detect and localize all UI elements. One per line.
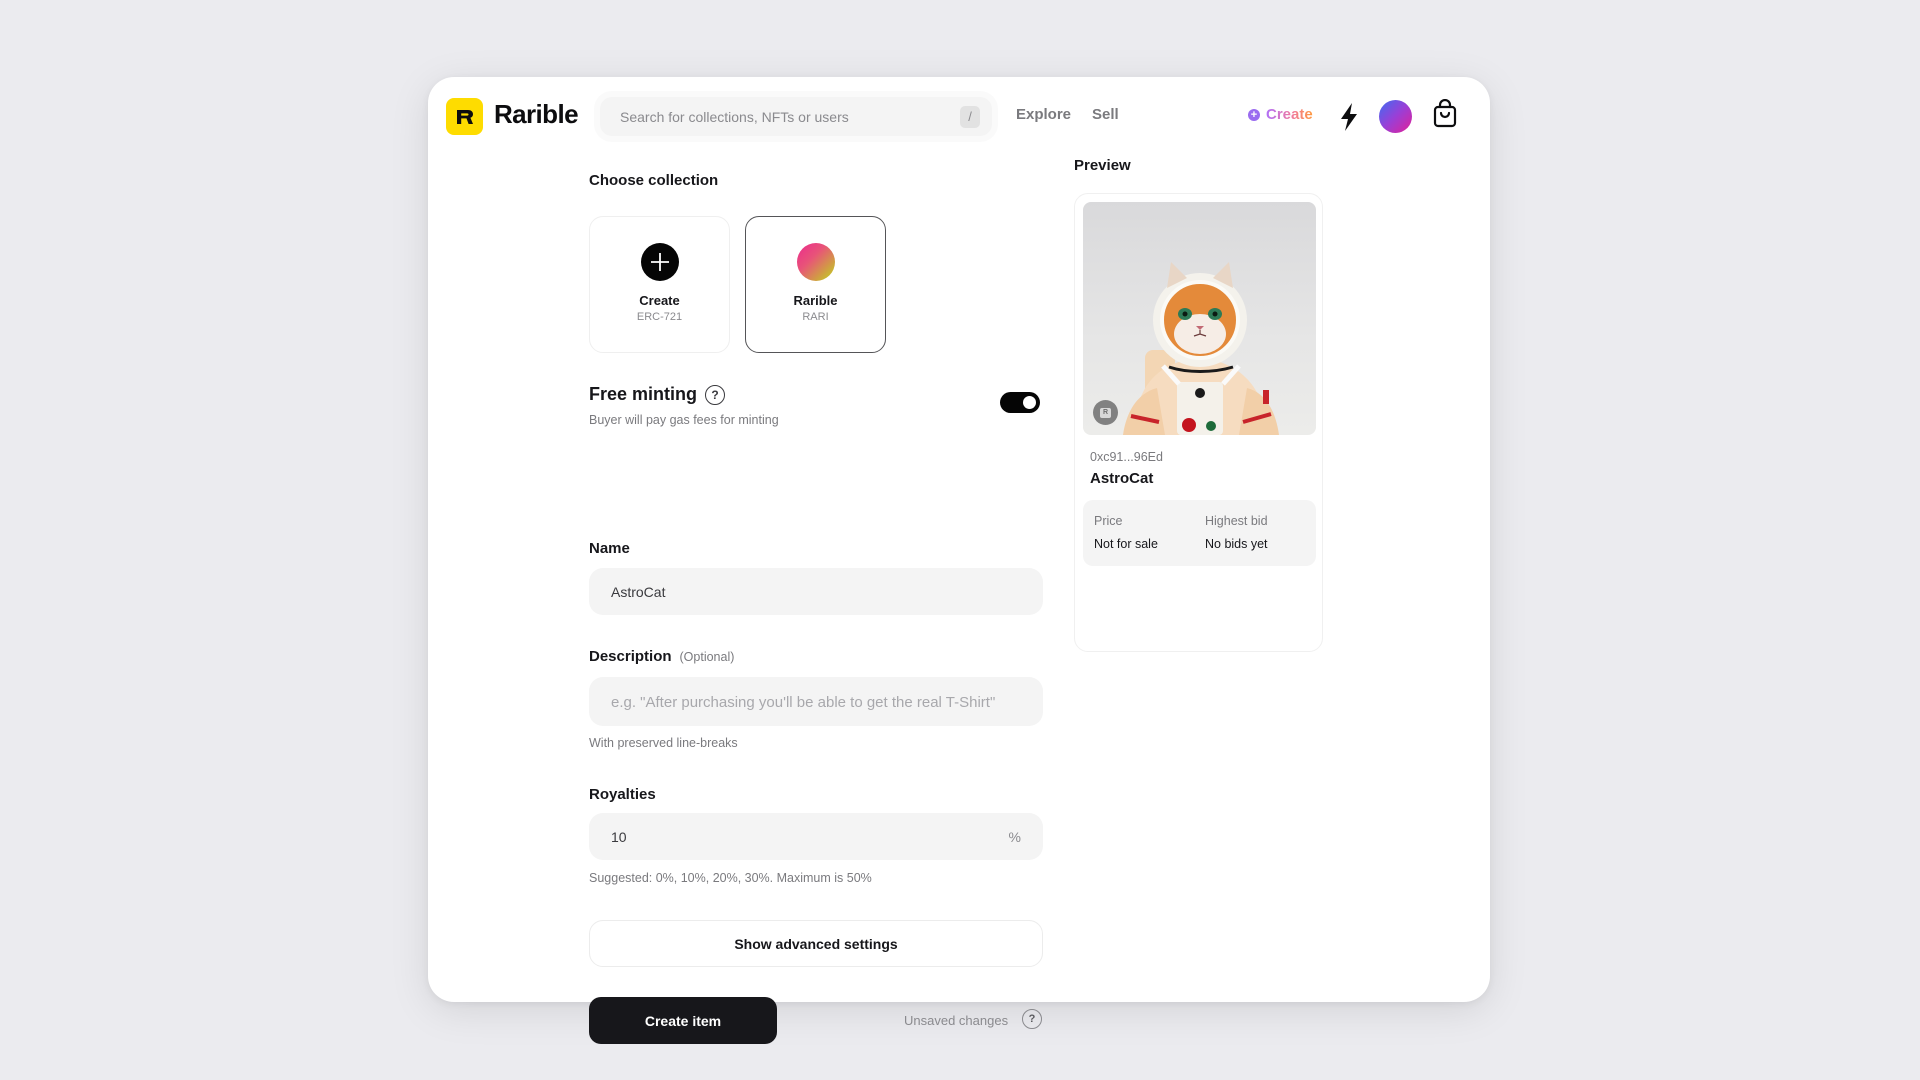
name-label: Name bbox=[589, 540, 630, 557]
optional-tag: (Optional) bbox=[679, 650, 735, 664]
royalties-field-wrapper: % bbox=[589, 813, 1043, 860]
collection-option-create[interactable]: Create ERC-721 bbox=[589, 216, 730, 353]
description-input[interactable] bbox=[611, 693, 1021, 710]
nav-sell[interactable]: Sell bbox=[1092, 106, 1119, 123]
free-minting-subtitle: Buyer will pay gas fees for minting bbox=[589, 413, 779, 427]
nav-explore[interactable]: Explore bbox=[1016, 106, 1071, 123]
name-field-wrapper bbox=[589, 568, 1043, 615]
highest-bid-label: Highest bid bbox=[1205, 514, 1268, 528]
price-label: Price bbox=[1094, 514, 1123, 528]
create-nav-label: Create bbox=[1266, 106, 1313, 123]
collection-standard: ERC-721 bbox=[636, 311, 683, 323]
percent-suffix: % bbox=[1008, 828, 1021, 845]
collection-name: Rarible bbox=[793, 293, 838, 308]
collection-symbol: RARI bbox=[802, 311, 829, 323]
free-minting-toggle[interactable] bbox=[1000, 392, 1040, 413]
price-value: Not for sale bbox=[1094, 537, 1158, 551]
preview-title: Preview bbox=[1074, 157, 1131, 174]
plus-icon bbox=[640, 243, 679, 281]
avatar[interactable] bbox=[1379, 100, 1412, 133]
rarible-badge-icon: R bbox=[1093, 400, 1118, 425]
unsaved-changes-status: Unsaved changes bbox=[904, 1013, 1009, 1028]
collection-gradient-icon bbox=[796, 243, 835, 281]
price-stat: Price Not for sale bbox=[1094, 514, 1158, 551]
search-bar[interactable]: / bbox=[600, 97, 992, 136]
royalties-label: Royalties bbox=[589, 786, 656, 803]
help-icon[interactable]: ? bbox=[1022, 1009, 1042, 1029]
brand-name[interactable]: Rarible bbox=[494, 99, 579, 130]
preview-stats: Price Not for sale Highest bid No bids y… bbox=[1083, 500, 1316, 566]
toggle-knob bbox=[1023, 396, 1036, 409]
highest-bid-stat: Highest bid No bids yet bbox=[1205, 514, 1268, 551]
search-shortcut-key: / bbox=[960, 105, 980, 128]
description-helper: With preserved line-breaks bbox=[589, 736, 738, 750]
help-icon[interactable]: ? bbox=[705, 384, 726, 405]
create-item-window: Rarible / Explore Sell + Create Choose c… bbox=[428, 77, 1490, 1044]
description-label: Description (Optional) bbox=[589, 648, 734, 665]
royalties-helper: Suggested: 0%, 10%, 20%, 30%. Maximum is… bbox=[589, 871, 872, 885]
highest-bid-value: No bids yet bbox=[1205, 537, 1268, 551]
create-item-button[interactable]: Create item bbox=[589, 997, 777, 1044]
show-advanced-settings-button[interactable]: Show advanced settings bbox=[589, 920, 1043, 967]
astrocat-illustration bbox=[1123, 262, 1279, 435]
create-nav-button[interactable]: + Create bbox=[1248, 106, 1313, 123]
preview-item-name: AstroCat bbox=[1090, 470, 1154, 487]
royalties-input[interactable] bbox=[611, 828, 1009, 845]
search-input[interactable] bbox=[620, 108, 960, 125]
name-input[interactable] bbox=[611, 583, 1021, 600]
plus-circle-icon: + bbox=[1248, 108, 1260, 121]
preview-card[interactable]: R 0xc91...96Ed AstroCat Price Not for sa… bbox=[1074, 193, 1323, 652]
top-nav: Rarible / Explore Sell + Create bbox=[428, 77, 1490, 157]
collection-option-rarible[interactable]: Rarible RARI bbox=[745, 216, 886, 353]
rarible-logo-icon[interactable] bbox=[446, 98, 483, 135]
nft-preview-image: R bbox=[1083, 202, 1316, 435]
choose-collection-title: Choose collection bbox=[589, 172, 719, 189]
description-field-wrapper bbox=[589, 677, 1043, 726]
free-minting-title: Free minting bbox=[589, 384, 698, 404]
collection-name: Create bbox=[639, 293, 680, 308]
preview-owner-address: 0xc91...96Ed bbox=[1090, 450, 1163, 464]
free-minting-heading: Free minting ? bbox=[589, 384, 726, 405]
description-label-text: Description bbox=[589, 648, 672, 665]
bolt-icon[interactable] bbox=[1334, 101, 1364, 133]
shopping-bag-icon[interactable] bbox=[1432, 98, 1458, 129]
